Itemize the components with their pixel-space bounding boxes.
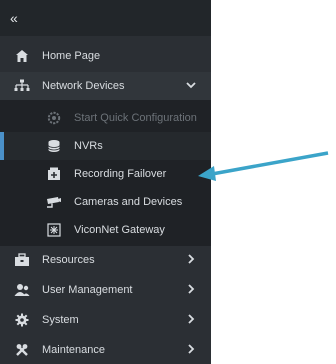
callout-arrow	[198, 151, 329, 181]
